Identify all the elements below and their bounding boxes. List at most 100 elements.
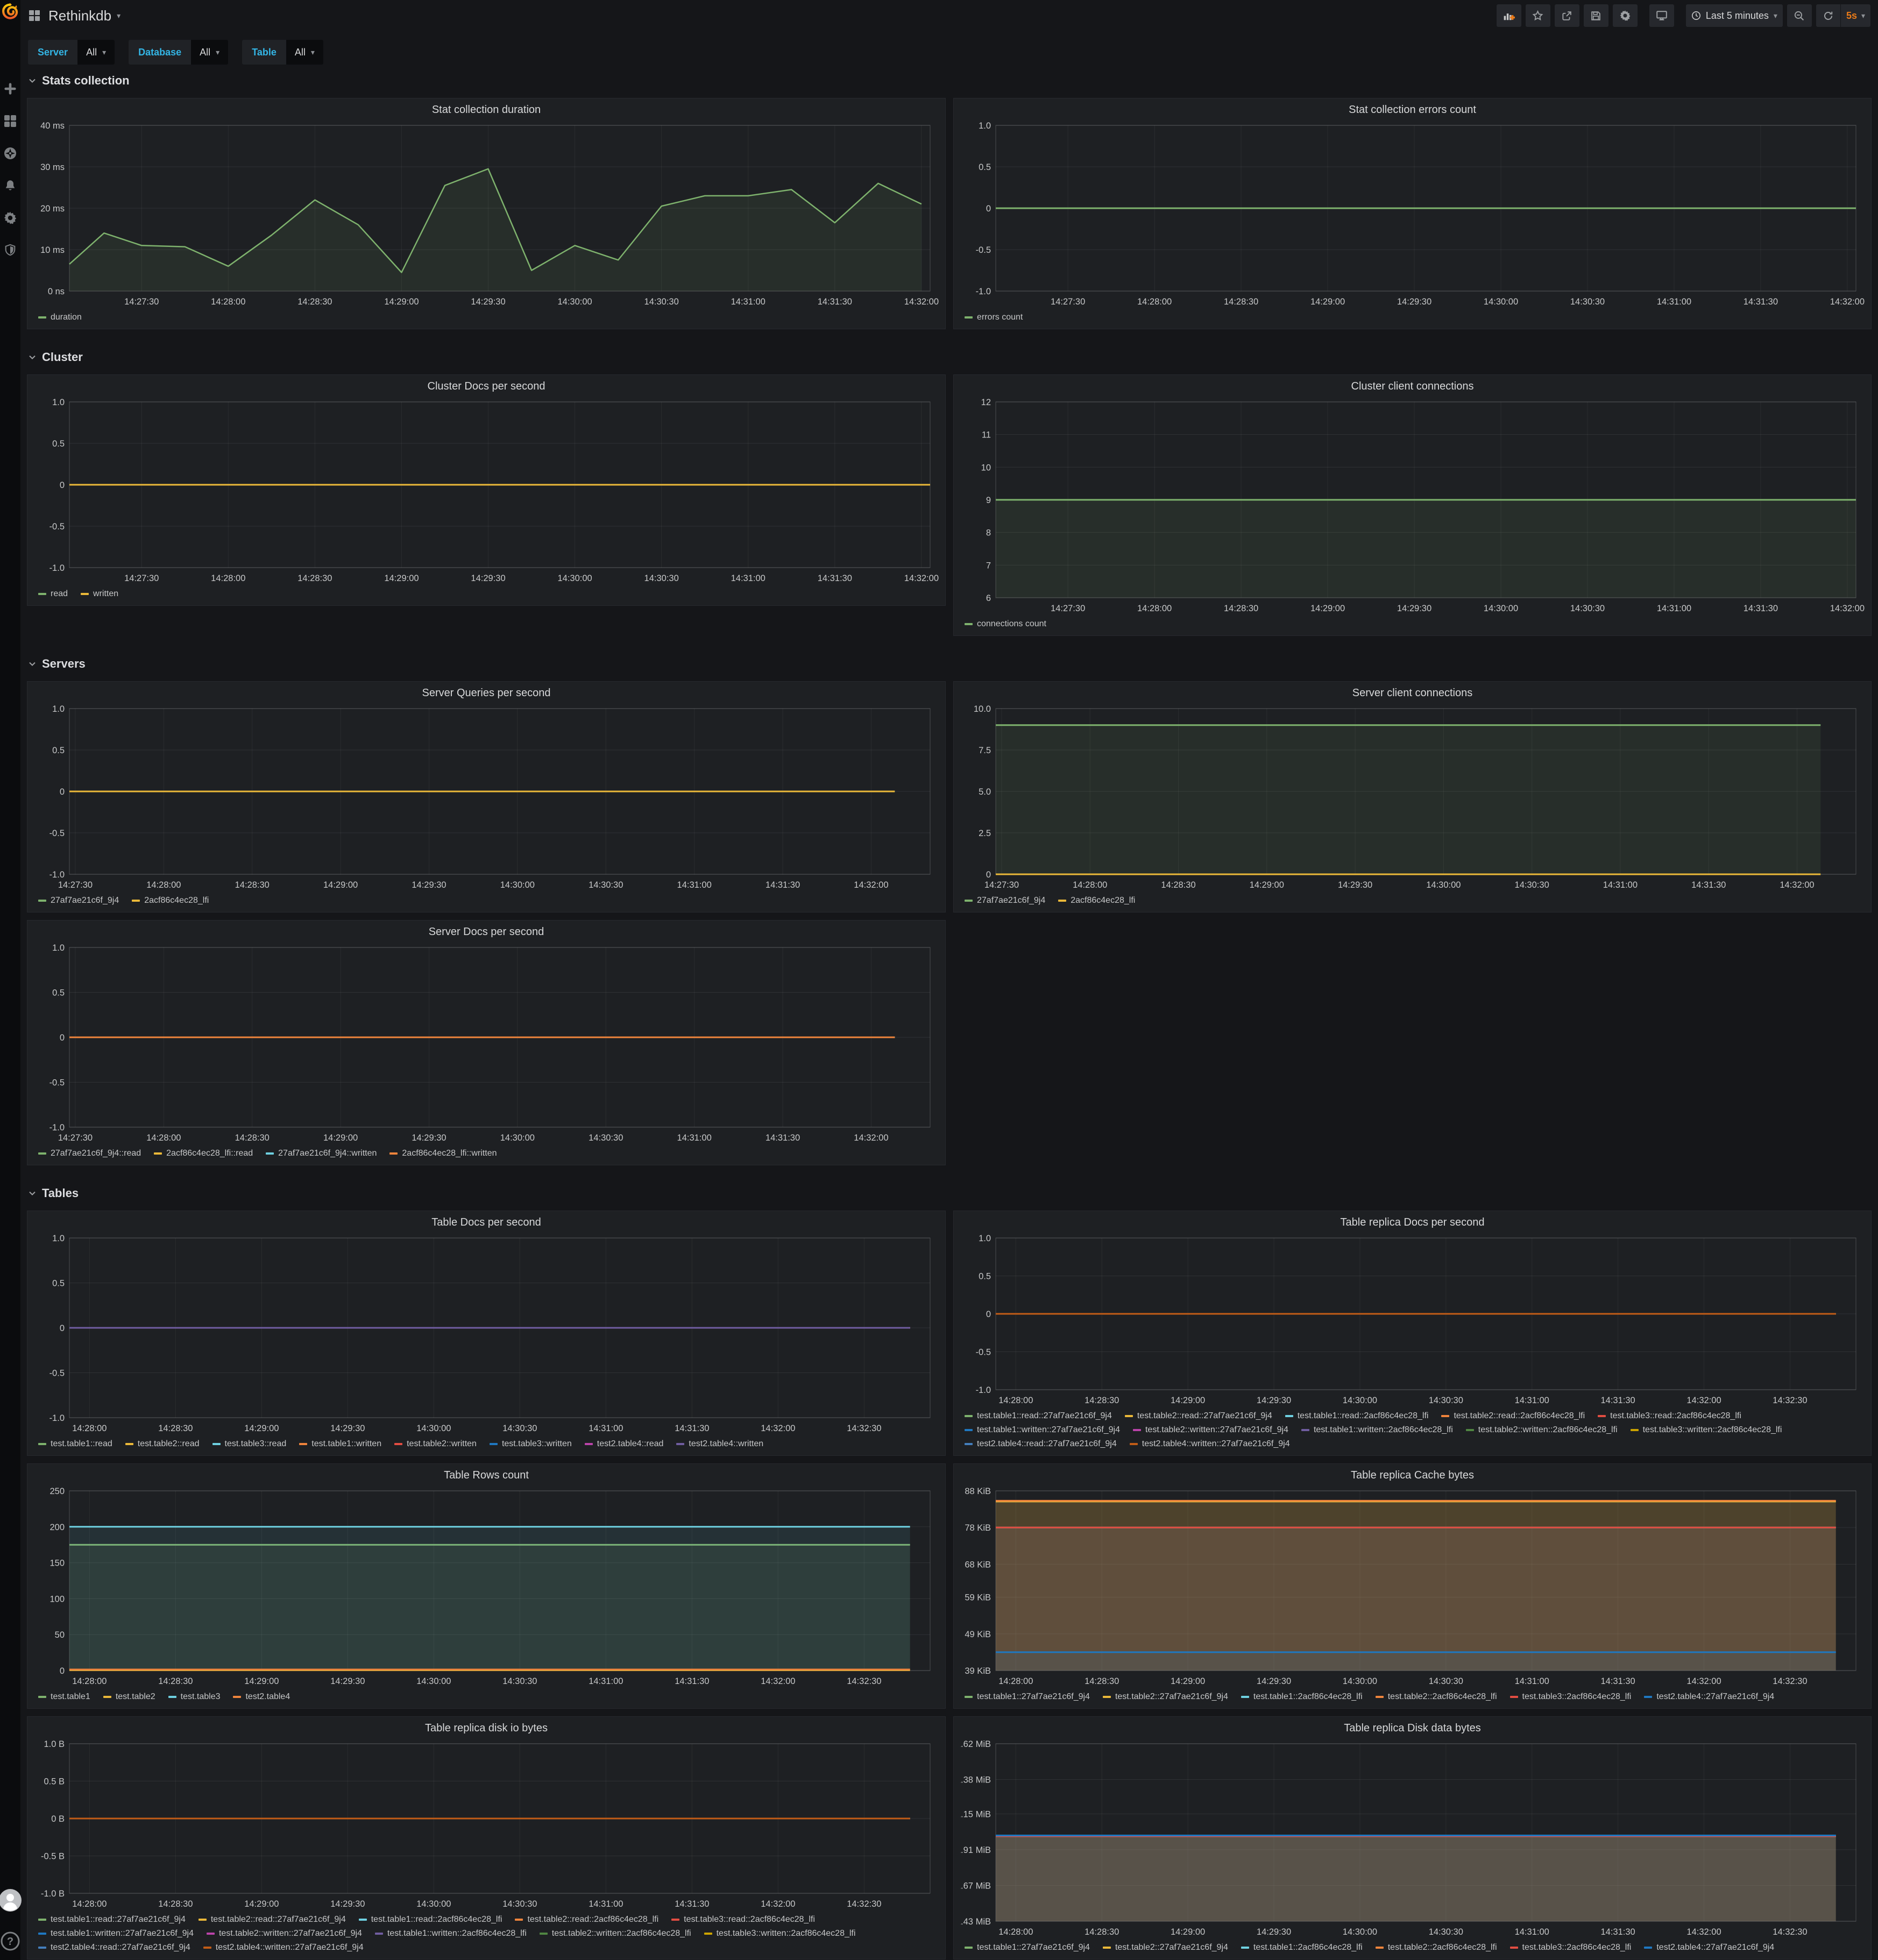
server-admin-shield-icon[interactable]	[3, 243, 17, 257]
panel-title[interactable]: Server Docs per second	[34, 924, 939, 942]
legend-item[interactable]: test.table2::27af7ae21c6f_9j4	[1103, 1692, 1228, 1702]
chart-server-queries[interactable]: 14:27:3014:28:0014:28:3014:29:0014:29:30…	[34, 703, 939, 893]
legend-item[interactable]: test.table2::read::2acf86c4ec28_lfi	[515, 1915, 658, 1924]
save-button[interactable]	[1584, 4, 1608, 27]
legend-item[interactable]: test.table1::read::27af7ae21c6f_9j4	[38, 1915, 186, 1924]
panel-title[interactable]: Server Queries per second	[34, 685, 939, 703]
legend-item[interactable]: test.table3	[168, 1692, 221, 1702]
legend-item[interactable]: test.table3::2acf86c4ec28_lfi	[1510, 1943, 1632, 1952]
legend-item[interactable]: test.table2::written::27af7ae21c6f_9j4	[207, 1929, 362, 1938]
legend-item[interactable]: test.table2::written::2acf86c4ec28_lfi	[1466, 1425, 1618, 1435]
zoom-out-button[interactable]	[1787, 4, 1812, 27]
panel-title[interactable]: Table Docs per second	[34, 1214, 939, 1233]
chart-replica-diskio[interactable]: 14:28:0014:28:3014:29:0014:29:3014:30:00…	[34, 1738, 939, 1912]
legend-item[interactable]: test.table2::written::2acf86c4ec28_lfi	[540, 1929, 691, 1938]
legend-item[interactable]: test2.table4::27af7ae21c6f_9j4	[1644, 1943, 1774, 1952]
dashboard-title-button[interactable]: Rethinkdb ▾	[48, 8, 121, 24]
legend-item[interactable]: test.table1::written::27af7ae21c6f_9j4	[38, 1929, 194, 1938]
legend-item[interactable]: test.table1::27af7ae21c6f_9j4	[965, 1943, 1090, 1952]
alerting-bell-icon[interactable]	[3, 179, 17, 193]
panel-title[interactable]: Cluster client connections	[960, 378, 1865, 397]
legend-item[interactable]: connections count	[965, 619, 1046, 629]
legend-item[interactable]: 2acf86c4ec28_lfi	[1058, 896, 1135, 905]
filter-database[interactable]: Database All ▾	[129, 40, 228, 65]
chart-replica-docs[interactable]: 14:28:0014:28:3014:29:0014:29:3014:30:00…	[960, 1233, 1865, 1408]
legend-item[interactable]: test2.table4::written::27af7ae21c6f_9j4	[1130, 1439, 1290, 1449]
legend-item[interactable]: test.table1::written::27af7ae21c6f_9j4	[965, 1425, 1120, 1435]
legend-item[interactable]: test2.table4::read::27af7ae21c6f_9j4	[965, 1439, 1117, 1449]
legend-item[interactable]: test.table3::written::2acf86c4ec28_lfi	[704, 1929, 856, 1938]
panel-title[interactable]: Server client connections	[960, 685, 1865, 703]
legend-item[interactable]: test.table1::written::2acf86c4ec28_lfi	[375, 1929, 527, 1938]
refresh-button[interactable]	[1816, 4, 1841, 27]
legend-item[interactable]: test.table3::read::2acf86c4ec28_lfi	[671, 1915, 815, 1924]
legend-item[interactable]: test.table2::read::27af7ae21c6f_9j4	[199, 1915, 346, 1924]
legend-item[interactable]: test.table2::27af7ae21c6f_9j4	[1103, 1943, 1228, 1952]
explore-compass-icon[interactable]	[3, 146, 17, 160]
legend-item[interactable]: test.table2::written::27af7ae21c6f_9j4	[1133, 1425, 1288, 1435]
legend-item[interactable]: test.table2::read	[125, 1439, 200, 1449]
legend-item[interactable]: test.table3::read	[212, 1439, 287, 1449]
legend-item[interactable]: 2acf86c4ec28_lfi::written	[389, 1149, 497, 1158]
chart-cluster-conns[interactable]: 14:27:3014:28:0014:28:3014:29:0014:29:30…	[960, 397, 1865, 616]
panel-title[interactable]: Stat collection duration	[34, 102, 939, 120]
legend-item[interactable]: test.table2::read::27af7ae21c6f_9j4	[1125, 1411, 1272, 1421]
legend-item[interactable]: test2.table4::written::27af7ae21c6f_9j4	[203, 1943, 364, 1952]
share-button[interactable]	[1555, 4, 1579, 27]
chart-replica-diskdata[interactable]: 14:28:0014:28:3014:29:0014:29:3014:30:00…	[960, 1738, 1865, 1940]
legend-item[interactable]: test.table1::read	[38, 1439, 112, 1449]
filter-server[interactable]: Server All ▾	[28, 40, 115, 65]
dashboards-icon[interactable]	[3, 114, 17, 128]
legend-item[interactable]: 2acf86c4ec28_lfi	[132, 896, 209, 905]
chart-replica-cache[interactable]: 14:28:0014:28:3014:29:0014:29:3014:30:00…	[960, 1485, 1865, 1689]
filter-table[interactable]: Table All ▾	[242, 40, 323, 65]
panel-title[interactable]: Table replica disk io bytes	[34, 1720, 939, 1738]
legend-item[interactable]: test.table1::2acf86c4ec28_lfi	[1241, 1943, 1363, 1952]
section-header[interactable]: Cluster	[20, 348, 1878, 367]
legend-item[interactable]: test.table2::read::2acf86c4ec28_lfi	[1441, 1411, 1585, 1421]
chart-stat-errors[interactable]: 14:27:3014:28:0014:28:3014:29:0014:29:30…	[960, 120, 1865, 309]
legend-item[interactable]: test.table2::2acf86c4ec28_lfi	[1376, 1943, 1497, 1952]
legend-item[interactable]: 27af7ae21c6f_9j4::read	[38, 1149, 141, 1158]
legend-item[interactable]: test2.table4	[233, 1692, 290, 1702]
chart-stat-duration[interactable]: 14:27:3014:28:0014:28:3014:29:0014:29:30…	[34, 120, 939, 309]
legend-item[interactable]: duration	[38, 313, 82, 322]
legend-item[interactable]: 27af7ae21c6f_9j4	[965, 896, 1045, 905]
legend-item[interactable]: test.table2::2acf86c4ec28_lfi	[1376, 1692, 1497, 1702]
panel-title[interactable]: Table replica Docs per second	[960, 1214, 1865, 1233]
chart-table-rows[interactable]: 14:28:0014:28:3014:29:0014:29:3014:30:00…	[34, 1485, 939, 1689]
chart-server-conns[interactable]: 14:27:3014:28:0014:28:3014:29:0014:29:30…	[960, 703, 1865, 893]
legend-item[interactable]: test.table1	[38, 1692, 90, 1702]
filter-database-value[interactable]: All ▾	[191, 40, 228, 65]
refresh-interval-picker[interactable]: 5s ▾	[1841, 4, 1870, 27]
section-header[interactable]: Tables	[20, 1184, 1878, 1203]
legend-item[interactable]: test.table1::2acf86c4ec28_lfi	[1241, 1692, 1363, 1702]
panel-title[interactable]: Table replica Cache bytes	[960, 1467, 1865, 1485]
dashboard-settings-button[interactable]	[1613, 4, 1638, 27]
filter-table-value[interactable]: All ▾	[286, 40, 323, 65]
legend-item[interactable]: test.table3::written::2acf86c4ec28_lfi	[1631, 1425, 1782, 1435]
chart-table-docs[interactable]: 14:28:0014:28:3014:29:0014:29:3014:30:00…	[34, 1233, 939, 1436]
legend-item[interactable]: written	[81, 589, 118, 599]
plus-icon[interactable]	[3, 82, 17, 96]
legend-item[interactable]: test2.table4::read	[585, 1439, 664, 1449]
cycle-view-button[interactable]	[1649, 4, 1674, 27]
legend-item[interactable]: test.table1::written::2acf86c4ec28_lfi	[1301, 1425, 1453, 1435]
panel-title[interactable]: Stat collection errors count	[960, 102, 1865, 120]
legend-item[interactable]: test2.table4::27af7ae21c6f_9j4	[1644, 1692, 1774, 1702]
time-range-picker[interactable]: Last 5 minutes ▾	[1686, 4, 1783, 27]
section-header[interactable]: Servers	[20, 654, 1878, 674]
legend-item[interactable]: test2.table4::written	[676, 1439, 763, 1449]
panel-title[interactable]: Cluster Docs per second	[34, 378, 939, 397]
legend-item[interactable]: 2acf86c4ec28_lfi::read	[154, 1149, 253, 1158]
add-panel-button[interactable]	[1497, 4, 1521, 27]
star-button[interactable]	[1526, 4, 1550, 27]
dashboard-grid-icon[interactable]	[28, 9, 41, 22]
legend-item[interactable]: 27af7ae21c6f_9j4	[38, 896, 119, 905]
legend-item[interactable]: test.table1::read::2acf86c4ec28_lfi	[1285, 1411, 1429, 1421]
user-avatar[interactable]	[0, 1889, 22, 1912]
legend-item[interactable]: test.table3::written	[490, 1439, 572, 1449]
chart-cluster-docs[interactable]: 14:27:3014:28:0014:28:3014:29:0014:29:30…	[34, 397, 939, 586]
panel-title[interactable]: Table replica Disk data bytes	[960, 1720, 1865, 1738]
help-icon[interactable]: ?	[0, 1931, 20, 1951]
